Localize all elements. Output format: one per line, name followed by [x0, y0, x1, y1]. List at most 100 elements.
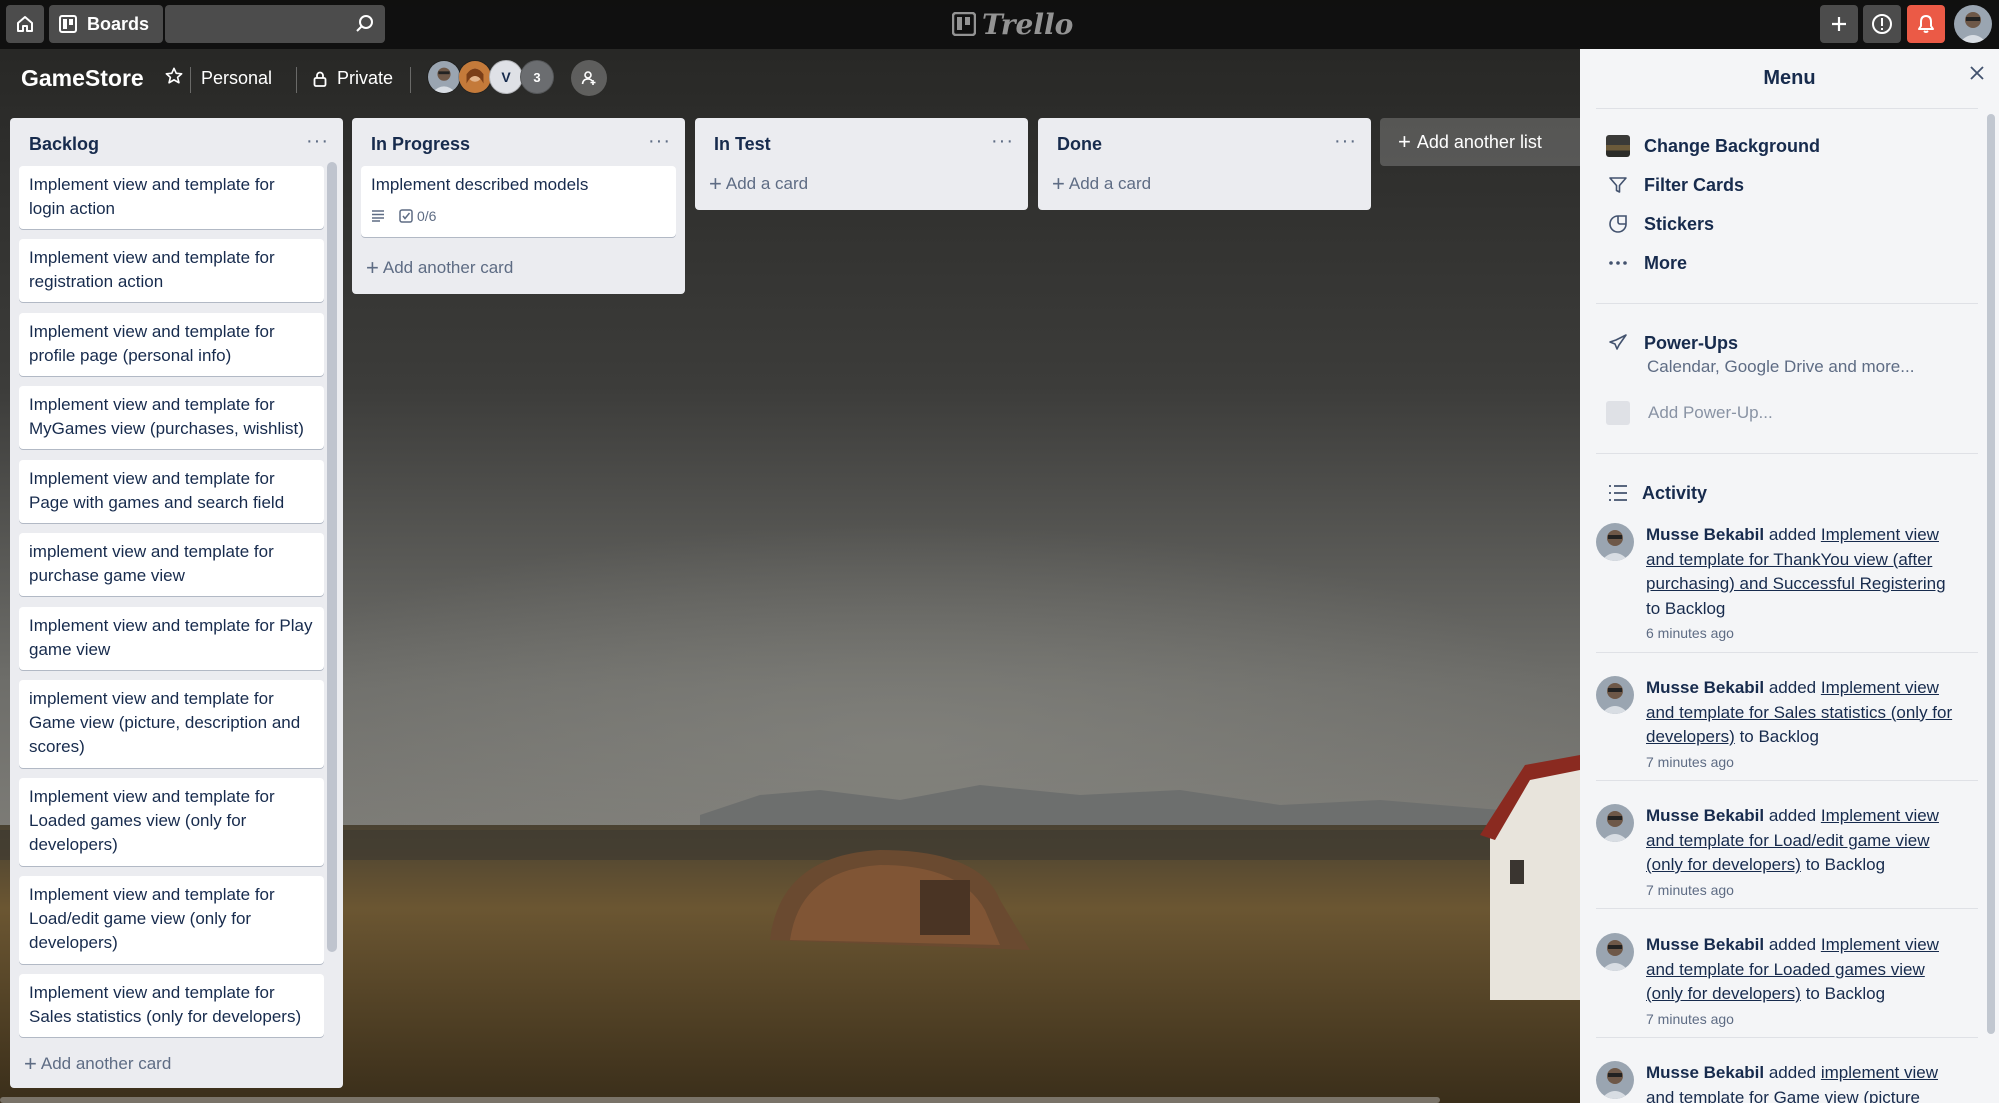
- power-ups-subtitle: Calendar, Google Drive and more...: [1647, 357, 1915, 376]
- member-initial-avatar[interactable]: V: [489, 60, 523, 94]
- list-menu-button[interactable]: ···: [991, 130, 1014, 153]
- activity-verb: added: [1768, 1063, 1817, 1082]
- home-button[interactable]: [6, 5, 44, 43]
- boards-button[interactable]: Boards: [49, 5, 163, 43]
- add-card-label: Add a card: [1068, 174, 1152, 193]
- bell-icon: [1918, 15, 1934, 33]
- checklist-count: 0/6: [417, 208, 437, 224]
- list-menu-button[interactable]: ···: [306, 130, 329, 153]
- list-title[interactable]: Backlog: [29, 134, 99, 155]
- menu-divider: [1596, 303, 1978, 304]
- change-background-item[interactable]: Change Background: [1606, 134, 1820, 158]
- search-input[interactable]: [165, 5, 385, 43]
- add-card-label: Add another card: [382, 258, 514, 277]
- user-avatar[interactable]: [1954, 5, 1992, 43]
- activity-user[interactable]: Musse Bekabil: [1646, 935, 1764, 954]
- menu-item-label: More: [1644, 252, 1688, 273]
- list-title[interactable]: Done: [1057, 134, 1102, 155]
- activity-user[interactable]: Musse Bekabil: [1646, 525, 1764, 544]
- avatar[interactable]: [1596, 804, 1634, 842]
- add-card-button[interactable]: + Add a card: [1052, 173, 1152, 195]
- star-icon[interactable]: [165, 67, 183, 85]
- activity-list-icon: [1609, 485, 1627, 501]
- menu-item-label: Filter Cards: [1644, 174, 1745, 195]
- header-divider: [296, 67, 297, 93]
- list-in-test: In Test ··· + Add a card: [695, 118, 1028, 210]
- card[interactable]: Implement view and template for Sales st…: [19, 974, 324, 1037]
- menu-divider: [1596, 453, 1978, 454]
- search-icon[interactable]: [355, 14, 375, 34]
- add-power-up-button[interactable]: Add Power-Up...: [1606, 401, 1773, 425]
- card-badges: 0/6: [371, 204, 436, 228]
- member-avatar[interactable]: [427, 60, 461, 94]
- avatar[interactable]: [1596, 676, 1634, 714]
- list-title[interactable]: In Test: [714, 134, 771, 155]
- add-list-label: Add another list: [1416, 131, 1542, 152]
- activity-user[interactable]: Musse Bekabil: [1646, 1063, 1764, 1082]
- visibility-button[interactable]: Private: [313, 68, 393, 89]
- member-overflow-count[interactable]: 3: [520, 60, 554, 94]
- avatar-photo: [1596, 676, 1634, 714]
- add-power-up-label: Add Power-Up...: [1648, 403, 1773, 422]
- trello-logo-icon: [952, 12, 976, 36]
- card[interactable]: Implement view and template for MyGames …: [19, 386, 324, 449]
- header-divider: [410, 67, 411, 93]
- card[interactable]: implement view and template for purchase…: [19, 533, 324, 596]
- card[interactable]: Implement view and template for Loaded g…: [19, 778, 324, 866]
- power-ups-item[interactable]: Power-Ups: [1606, 331, 1738, 355]
- invite-button[interactable]: [571, 60, 607, 96]
- card[interactable]: Implement view and template for registra…: [19, 239, 324, 302]
- board-menu-panel: Menu Change Background Filter Cards Stic…: [1580, 49, 1999, 1103]
- menu-item-label: Stickers: [1644, 213, 1715, 234]
- list-menu-button[interactable]: ···: [1334, 130, 1357, 153]
- avatar-photo: [1596, 1061, 1634, 1099]
- activity-time: 7 minutes ago: [1646, 753, 1734, 770]
- avatar[interactable]: [1596, 523, 1634, 561]
- card[interactable]: Implement described models 0/6: [361, 166, 676, 237]
- info-button[interactable]: [1863, 5, 1901, 43]
- card[interactable]: Implement view and template for profile …: [19, 313, 324, 376]
- menu-scrollbar[interactable]: [1987, 114, 1995, 1034]
- card[interactable]: Implement view and template for Load/edi…: [19, 876, 324, 964]
- card[interactable]: Implement view and template for Play gam…: [19, 607, 324, 670]
- logo-text: Trello: [982, 7, 1074, 41]
- avatar-photo: [1596, 933, 1634, 971]
- avatar[interactable]: [1596, 1061, 1634, 1099]
- activity-destination: to Backlog: [1805, 984, 1886, 1003]
- add-card-button[interactable]: + Add another card: [366, 257, 514, 279]
- activity-verb: added: [1768, 678, 1817, 697]
- add-card-label: Add a card: [725, 174, 809, 193]
- more-item[interactable]: More: [1606, 251, 1687, 275]
- activity-time: 6 minutes ago: [1646, 625, 1734, 641]
- card[interactable]: Implement view and template for Page wit…: [19, 460, 324, 523]
- card-title: Implement described models: [371, 175, 589, 194]
- avatar[interactable]: [1596, 933, 1634, 971]
- add-card-button[interactable]: + Add a card: [709, 173, 809, 195]
- rocket-icon: [1609, 334, 1627, 350]
- add-list-button[interactable]: + Add another list: [1380, 118, 1580, 166]
- board-title[interactable]: GameStore: [21, 65, 144, 92]
- filter-cards-item[interactable]: Filter Cards: [1606, 173, 1744, 197]
- add-card-button[interactable]: + Add another card: [24, 1053, 171, 1075]
- activity-user[interactable]: Musse Bekabil: [1646, 678, 1764, 697]
- team-button[interactable]: Personal: [201, 68, 272, 89]
- card[interactable]: implement view and template for Game vie…: [19, 680, 324, 768]
- list-menu-button[interactable]: ···: [648, 130, 671, 153]
- activity-verb: added: [1768, 806, 1817, 825]
- create-button[interactable]: [1820, 5, 1858, 43]
- checklist-icon: [399, 209, 413, 223]
- card[interactable]: Implement view and template for login ac…: [19, 166, 324, 229]
- list-backlog: Backlog ··· Implement view and template …: [10, 118, 343, 1088]
- more-icon: [1609, 261, 1627, 265]
- activity-user[interactable]: Musse Bekabil: [1646, 806, 1764, 825]
- list-title[interactable]: In Progress: [371, 134, 470, 155]
- activity-destination: to Backlog: [1646, 598, 1726, 618]
- close-icon[interactable]: [1969, 65, 1985, 81]
- trello-logo[interactable]: Trello: [952, 7, 1074, 41]
- board-horizontal-scrollbar[interactable]: [0, 1097, 1440, 1103]
- list-scrollbar[interactable]: [327, 162, 337, 952]
- stickers-item[interactable]: Stickers: [1606, 212, 1714, 236]
- notifications-button[interactable]: [1907, 5, 1945, 43]
- menu-divider: [1596, 108, 1978, 109]
- member-avatar[interactable]: [458, 60, 492, 94]
